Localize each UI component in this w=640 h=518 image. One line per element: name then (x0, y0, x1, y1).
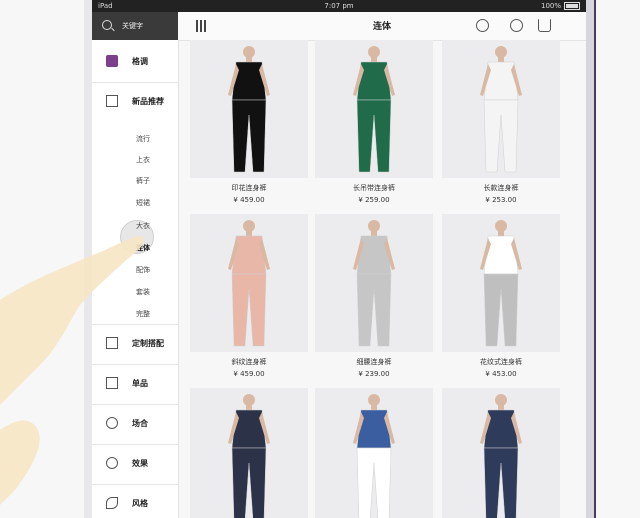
search-icon (102, 20, 112, 30)
user-icon[interactable] (510, 19, 523, 32)
sidebar-subitem[interactable]: 裤子 (136, 176, 150, 186)
sidebar-item-label: 单品 (132, 378, 148, 388)
new-arrivals-icon (106, 95, 118, 107)
sidebar-subitem[interactable]: 套装 (136, 287, 150, 297)
sidebar-item-custom[interactable]: 定制搭配 (92, 334, 178, 352)
model-figure (480, 220, 522, 347)
search-placeholder: 关键字 (122, 22, 143, 30)
product-photo (442, 388, 560, 518)
model-figure (228, 394, 270, 518)
sidebar-subitem[interactable]: 完整 (136, 309, 150, 319)
product-name: 印花连身裤 (231, 184, 267, 192)
product-card[interactable] (190, 388, 308, 518)
sidebar-item-single[interactable]: 单品 (92, 374, 178, 392)
product-price: ¥ 239.00 (358, 370, 390, 378)
model-figure (353, 220, 395, 347)
product-card[interactable]: 细腰连身裤 ¥ 239.00 (315, 214, 433, 378)
divider (92, 404, 178, 405)
product-photo (315, 214, 433, 352)
sidebar-subitem[interactable]: 短裙 (136, 198, 150, 208)
product-photo (315, 40, 433, 178)
occasion-icon (106, 417, 118, 429)
divider (92, 484, 178, 485)
ipad-screen: iPad 7:07 pm 100% 关键字 格调 新品推荐 流行上衣裤子短裙大衣… (0, 0, 640, 518)
product-photo (190, 388, 308, 518)
product-price: ¥ 459.00 (233, 370, 265, 378)
product-price: ¥ 253.00 (485, 196, 517, 204)
sidebar-item-effect[interactable]: 效果 (92, 454, 178, 472)
sidebar-subitem[interactable]: 流行 (136, 134, 150, 144)
product-name: 长款连身裤 (483, 184, 519, 192)
product-card[interactable]: 斜纹连身裤 ¥ 459.00 (190, 214, 308, 378)
model-figure (353, 394, 395, 518)
product-photo (190, 214, 308, 352)
product-name: 斜纹连身裤 (231, 358, 267, 366)
search-input[interactable]: 关键字 (92, 12, 178, 40)
battery-percent: 100% (540, 2, 561, 10)
product-card[interactable] (315, 388, 433, 518)
product-photo (442, 40, 560, 178)
sidebar-subitem[interactable]: 上衣 (136, 155, 150, 165)
page-title: 连体 (372, 22, 391, 32)
product-name: 花纹式连身裤 (480, 358, 522, 366)
product-card[interactable]: 长款连身裤 ¥ 253.00 (442, 40, 560, 204)
clock-icon[interactable] (476, 19, 489, 32)
sidebar-item-occasion[interactable]: 场合 (92, 414, 178, 432)
product-card[interactable]: 印花连身裤 ¥ 459.00 (190, 40, 308, 204)
device-bezel-left (84, 0, 92, 518)
product-card[interactable]: 花纹式连身裤 ¥ 453.00 (442, 214, 560, 378)
product-photo (315, 388, 433, 518)
sidebar-item-label: 风格 (132, 498, 148, 508)
divider (92, 82, 178, 83)
product-name: 长吊带连身裤 (353, 184, 395, 192)
model-figure (228, 46, 270, 173)
top-header: 连体 (178, 12, 586, 41)
product-photo (442, 214, 560, 352)
product-price: ¥ 259.00 (358, 196, 390, 204)
palette-icon (106, 55, 118, 67)
battery-icon (564, 2, 580, 10)
effect-icon (106, 457, 118, 469)
product-photo (190, 40, 308, 178)
model-figure (228, 220, 270, 347)
model-figure (480, 394, 522, 518)
status-time: 7:07 pm (324, 2, 354, 10)
sidebar-subitem[interactable]: 连体 (136, 243, 150, 253)
device-edge (594, 0, 596, 518)
sidebar-section-new-arrivals[interactable]: 新品推荐 (92, 92, 178, 110)
sidebar-item-style[interactable]: 风格 (92, 494, 178, 512)
sidebar-item-label: 效果 (132, 458, 148, 468)
sidebar-item-label: 场合 (132, 418, 148, 428)
model-figure (353, 46, 395, 173)
sidebar-item-label: 格调 (132, 56, 148, 66)
product-price: ¥ 459.00 (233, 196, 265, 204)
product-name: 细腰连身裤 (356, 358, 392, 366)
cart-icon[interactable] (538, 19, 551, 32)
product-card[interactable]: 长吊带连身裤 ¥ 259.00 (315, 40, 433, 204)
battery-status: 100% (541, 0, 580, 12)
divider (92, 324, 178, 325)
status-bar: iPad 7:07 pm 100% (92, 0, 586, 12)
sidebar: 关键字 格调 新品推荐 流行上衣裤子短裙大衣连体配饰套装完整 定制搭配 单品 场… (92, 12, 179, 518)
item-icon (106, 377, 118, 389)
sidebar-subitem[interactable]: 大衣 (136, 221, 150, 231)
model-figure (480, 46, 522, 173)
product-grid: 印花连身裤 ¥ 459.00 长吊带连身裤 ¥ 259.00 长款连身裤 ¥ 253.00… (178, 40, 586, 518)
sidebar-section-label: 新品推荐 (132, 96, 164, 106)
style-icon (106, 497, 118, 509)
product-card[interactable] (442, 388, 560, 518)
product-price: ¥ 453.00 (485, 370, 517, 378)
sidebar-subitem[interactable]: 配饰 (136, 265, 150, 275)
sidebar-item-style-tone[interactable]: 格调 (92, 52, 178, 70)
custom-icon (106, 337, 118, 349)
divider (92, 364, 178, 365)
sidebar-item-label: 定制搭配 (132, 338, 164, 348)
divider (92, 444, 178, 445)
